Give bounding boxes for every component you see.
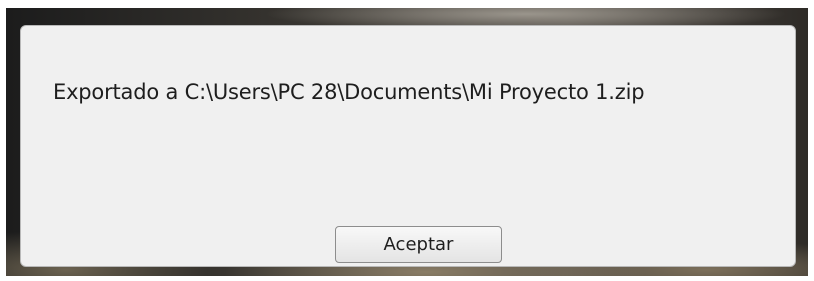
screenshot-frame: Exportado a C:\Users\PC 28\Documents\Mi … <box>6 8 808 276</box>
export-confirmation-dialog: Exportado a C:\Users\PC 28\Documents\Mi … <box>20 25 796 267</box>
dialog-message: Exportado a C:\Users\PC 28\Documents\Mi … <box>53 80 645 104</box>
accept-button[interactable]: Aceptar <box>335 226 502 263</box>
